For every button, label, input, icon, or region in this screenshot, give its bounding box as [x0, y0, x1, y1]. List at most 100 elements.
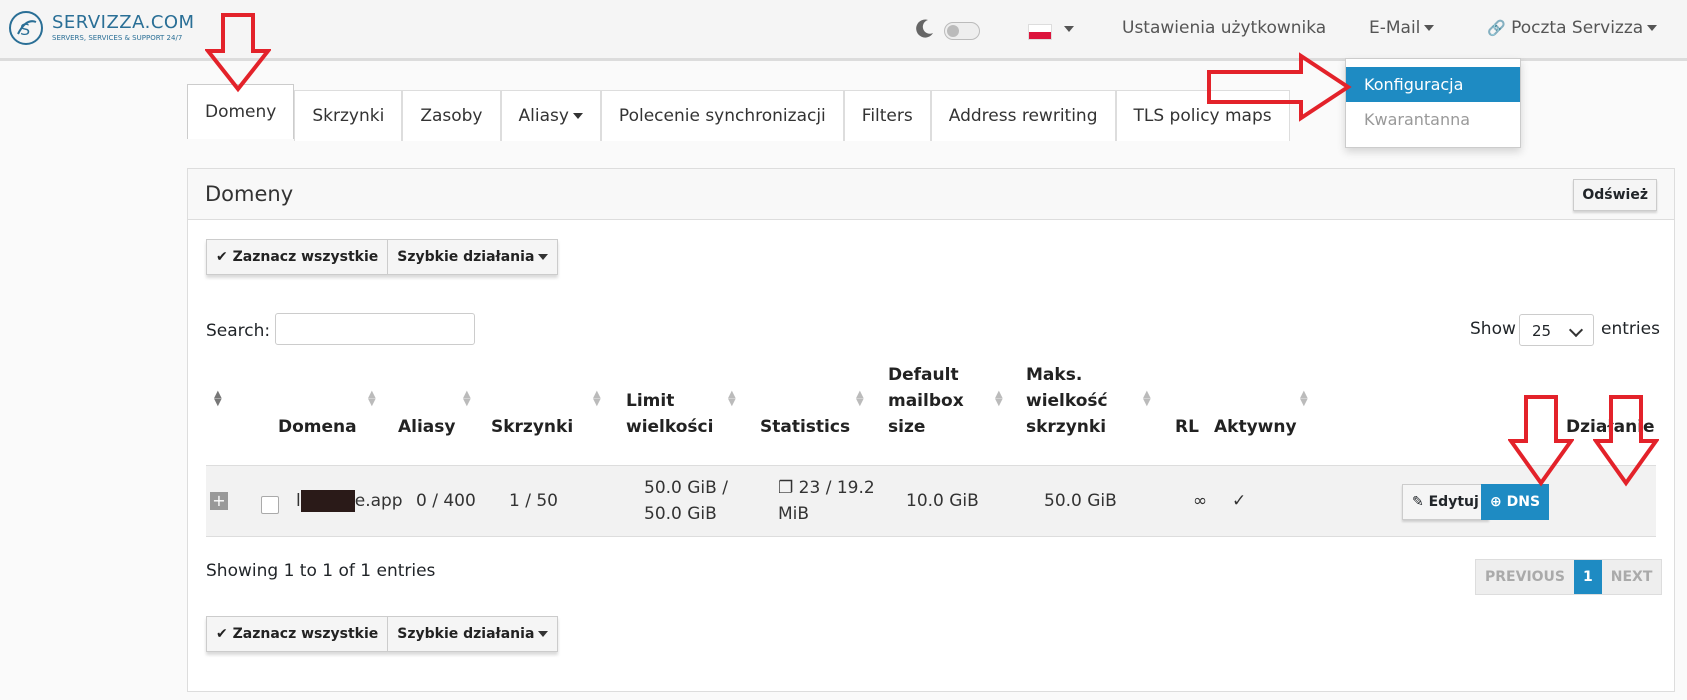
- search-label: Search:: [206, 321, 271, 341]
- col-max-mailbox-size[interactable]: Maks. wielkość skrzynki: [1026, 362, 1126, 440]
- document-icon: ❐: [778, 478, 794, 498]
- sort-icon: ▲ ▼: [856, 389, 864, 408]
- mailbox-menu-toggle[interactable]: 🔗 Poczta Servizza: [1487, 18, 1658, 38]
- col-aliases[interactable]: Aliasy: [398, 414, 455, 440]
- tab-sync-jobs[interactable]: Polecenie synchronizacji: [600, 90, 844, 141]
- tab-aliases[interactable]: Aliasy: [500, 90, 601, 141]
- refresh-button[interactable]: Odśwież: [1573, 179, 1657, 211]
- language-chevron-down-icon[interactable]: [1064, 26, 1074, 32]
- mailboxes-cell: 1 / 50: [509, 491, 558, 511]
- brand-logo[interactable]: S SERVIZZA.COM SERVERS, SERVICES & SUPPO…: [6, 8, 195, 48]
- redaction-bar: [300, 490, 355, 512]
- row-checkbox[interactable]: [261, 496, 279, 514]
- aliases-cell: 0 / 400: [416, 491, 476, 511]
- tab-address-rewriting[interactable]: Address rewriting: [930, 90, 1116, 141]
- panel-header: Domeny Odśwież: [188, 169, 1674, 220]
- sort-icon: ▲ ▼: [995, 389, 1003, 408]
- link-icon: 🔗: [1487, 19, 1506, 37]
- select-all-label: Zaznacz wszystkie: [232, 249, 379, 265]
- email-menu-toggle[interactable]: E-Mail: [1369, 18, 1435, 38]
- rl-cell: ∞: [1193, 491, 1208, 511]
- edit-button[interactable]: ✎ Edytuj: [1402, 484, 1489, 520]
- sort-icon: ▲ ▼: [1143, 389, 1151, 408]
- search-input[interactable]: [275, 313, 475, 345]
- sort-icon: ▲ ▼: [1300, 389, 1308, 408]
- page-length-select[interactable]: 25: [1519, 314, 1594, 346]
- dark-mode-toggle[interactable]: [944, 22, 980, 40]
- bulk-actions-top: ✔ Zaznacz wszystkie Szybkie działania: [206, 239, 559, 275]
- email-dropdown-menu: Konfiguracja Kwarantanna: [1345, 58, 1521, 148]
- double-check-icon: ✔: [216, 626, 228, 642]
- quick-actions-label: Szybkie działania: [397, 249, 535, 265]
- domain-end: e.app: [354, 491, 403, 511]
- panel-title: Domeny: [205, 182, 294, 206]
- size-limit-cell: 50.0 GiB / 50.0 GiB: [644, 478, 728, 524]
- next-page-button[interactable]: NEXT: [1601, 560, 1662, 594]
- page-1-button[interactable]: 1: [1574, 560, 1602, 594]
- menu-item-configuration[interactable]: Konfiguracja: [1346, 67, 1520, 102]
- chevron-down-icon: [1424, 25, 1435, 31]
- annotation-arrow-down-icon: [1508, 395, 1574, 487]
- col-size-limit[interactable]: Limit wielkości: [626, 388, 716, 440]
- tab-mailboxes[interactable]: Skrzynki: [294, 90, 403, 141]
- table-info: Showing 1 to 1 of 1 entries: [206, 561, 436, 581]
- select-all-button[interactable]: ✔ Zaznacz wszystkie: [207, 240, 387, 274]
- page-length-value: 25: [1532, 322, 1552, 340]
- annotation-arrow-down-icon: [1593, 395, 1659, 487]
- col-rl[interactable]: RL: [1175, 414, 1199, 440]
- domain-cell[interactable]: l e.app: [296, 488, 403, 514]
- col-mailboxes[interactable]: Skrzynki: [491, 414, 573, 440]
- statistics-cell: ❐ 23 / 19.2 MiB: [778, 475, 888, 527]
- quick-actions-label: Szybkie działania: [397, 626, 535, 642]
- col-default-mailbox-size[interactable]: Default mailbox size: [888, 362, 988, 440]
- dns-label: DNS: [1506, 494, 1541, 510]
- col-domain[interactable]: Domena: [278, 414, 357, 440]
- edit-label: Edytuj: [1428, 494, 1479, 510]
- user-settings-link[interactable]: Ustawienia użytkownika: [1122, 18, 1326, 38]
- annotation-arrow-right-icon: [1207, 52, 1352, 122]
- tab-aliases-label: Aliasy: [518, 106, 569, 126]
- active-check-icon: ✓: [1232, 491, 1247, 511]
- sort-icon: ▲ ▼: [368, 389, 376, 408]
- tab-filters[interactable]: Filters: [843, 90, 931, 141]
- language-flag-icon[interactable]: [1028, 24, 1052, 40]
- tab-bar: Domeny Skrzynki Zasoby Aliasy Polecenie …: [187, 84, 1290, 142]
- brand-subtitle: SERVERS, SERVICES & SUPPORT 24/7: [52, 34, 183, 42]
- domains-panel: Domeny Odśwież ✔ Zaznacz wszystkie Szybk…: [187, 168, 1675, 692]
- chevron-down-icon: [538, 631, 549, 637]
- pagination: PREVIOUS 1 NEXT: [1475, 559, 1663, 595]
- entries-label: entries: [1601, 319, 1660, 339]
- toggle-knob: [947, 25, 959, 37]
- globe-icon: ⊕: [1490, 494, 1502, 510]
- select-all-button[interactable]: ✔ Zaznacz wszystkie: [207, 617, 387, 651]
- sort-icon: ▲ ▼: [593, 389, 601, 408]
- annotation-arrow-down-icon: [205, 13, 271, 93]
- previous-page-button[interactable]: PREVIOUS: [1476, 560, 1575, 594]
- select-all-label: Zaznacz wszystkie: [232, 626, 379, 642]
- tab-resources[interactable]: Zasoby: [402, 90, 501, 141]
- col-active[interactable]: Aktywny: [1214, 414, 1297, 440]
- table-row: + l e.app 0 / 400 1 / 50 50.0 GiB / 50.0 …: [206, 466, 1656, 537]
- sort-icon: ▲ ▼: [463, 389, 471, 408]
- sort-icon[interactable]: ▲ ▼: [214, 390, 222, 408]
- chevron-down-icon: [572, 113, 583, 119]
- expand-row-icon[interactable]: +: [210, 492, 228, 510]
- email-menu-label: E-Mail: [1369, 18, 1421, 38]
- default-size-cell: 10.0 GiB: [906, 491, 979, 511]
- max-size-cell: 50.0 GiB: [1044, 491, 1117, 511]
- bulk-actions-bottom: ✔ Zaznacz wszystkie Szybkie działania: [206, 616, 559, 652]
- quick-actions-button[interactable]: Szybkie działania: [387, 617, 557, 651]
- quick-actions-button[interactable]: Szybkie działania: [387, 240, 557, 274]
- chevron-down-icon: [1568, 322, 1584, 338]
- pencil-icon: ✎: [1412, 494, 1424, 510]
- col-statistics[interactable]: Statistics: [760, 414, 850, 440]
- double-check-icon: ✔: [216, 249, 228, 265]
- show-label: Show: [1470, 319, 1516, 339]
- sort-icon: ▲ ▼: [728, 389, 736, 408]
- menu-item-quarantine[interactable]: Kwarantanna: [1346, 102, 1520, 137]
- moon-icon[interactable]: [915, 18, 935, 40]
- mailbox-menu-label: Poczta Servizza: [1511, 18, 1644, 38]
- statistics-value: 23 / 19.2 MiB: [778, 478, 875, 524]
- chevron-down-icon: [538, 254, 549, 260]
- dns-button[interactable]: ⊕ DNS: [1481, 484, 1550, 520]
